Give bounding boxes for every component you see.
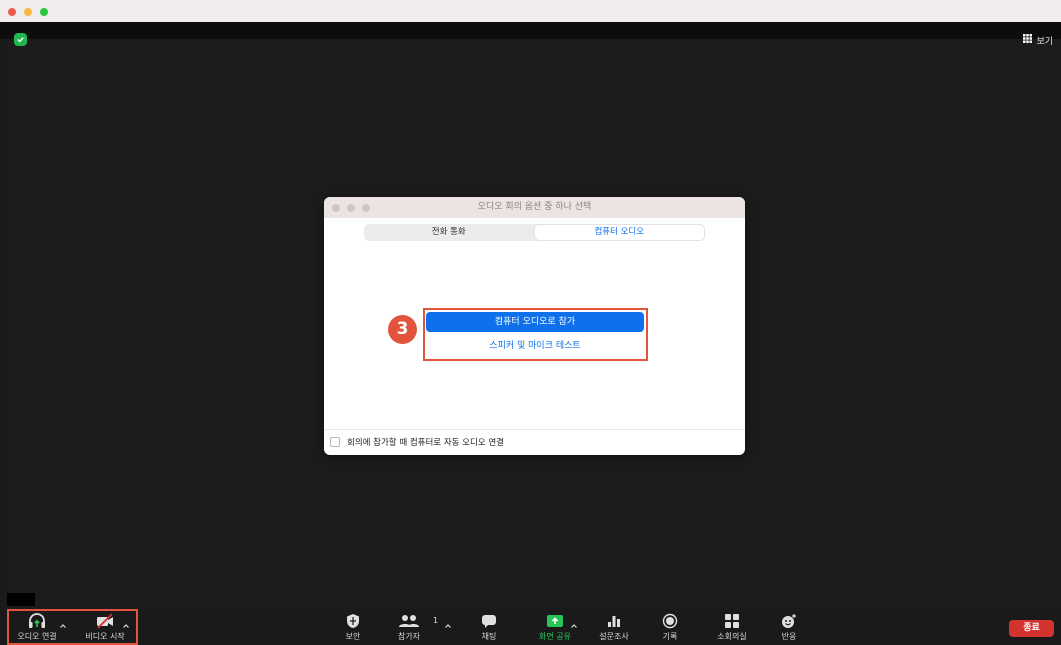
- chat-icon: [461, 612, 517, 629]
- grid-icon: [1023, 34, 1033, 46]
- record-icon: [642, 612, 698, 629]
- auto-join-audio-label: 회의에 참가할 때 컴퓨터로 자동 오디오 연결: [347, 438, 504, 448]
- chevron-up-icon[interactable]: [58, 616, 68, 628]
- start-video-label: 비디오 시작: [85, 632, 125, 641]
- chevron-up-icon[interactable]: [121, 616, 131, 628]
- dialog-divider: [324, 429, 745, 430]
- end-meeting-button[interactable]: 종료: [1009, 620, 1054, 637]
- poll-button[interactable]: 설문조사: [586, 612, 642, 642]
- reactions-button[interactable]: 반응: [761, 612, 817, 642]
- meeting-top-bar: [0, 22, 1061, 39]
- self-video-tile: [7, 593, 35, 606]
- shield-icon: [325, 612, 381, 629]
- participants-label: 참가자: [397, 632, 421, 641]
- reactions-label: 반응: [781, 632, 797, 641]
- security-label: 보안: [345, 632, 361, 641]
- auto-join-audio-checkbox[interactable]: [330, 437, 340, 447]
- poll-label: 설문조사: [599, 632, 629, 641]
- window-titlebar: [0, 0, 1061, 22]
- chevron-up-icon[interactable]: [443, 616, 453, 628]
- audio-mode-tabs: 전화 통화 컴퓨터 오디오: [364, 224, 705, 241]
- chevron-up-icon[interactable]: [569, 616, 579, 628]
- chat-button[interactable]: 채팅: [461, 612, 517, 642]
- security-button[interactable]: 보안: [325, 612, 381, 642]
- join-audio-button[interactable]: 오디오 연결: [9, 612, 65, 642]
- view-button[interactable]: 보기: [1023, 32, 1053, 48]
- record-button[interactable]: 기록: [642, 612, 698, 642]
- zoom-window-button[interactable]: [40, 8, 48, 16]
- participant-count: 1: [433, 616, 439, 625]
- step-number-badge: 3: [388, 315, 417, 344]
- auto-join-audio-option[interactable]: 회의에 참가할 때 컴퓨터로 자동 오디오 연결: [330, 435, 504, 449]
- shield-icon[interactable]: [14, 33, 27, 46]
- share-screen-label: 화면 공유: [539, 632, 571, 641]
- dialog-titlebar: 오디오 회의 옵션 중 하나 선택: [324, 197, 745, 218]
- tab-phone-call[interactable]: 전화 통화: [364, 224, 534, 241]
- chat-label: 채팅: [481, 632, 497, 641]
- record-label: 기록: [662, 632, 678, 641]
- breakout-rooms-button[interactable]: 소회의실: [704, 612, 760, 642]
- minimize-window-button[interactable]: [24, 8, 32, 16]
- dialog-title: 오디오 회의 옵션 중 하나 선택: [477, 202, 592, 212]
- headphones-icon: [9, 612, 65, 629]
- breakout-icon: [704, 612, 760, 629]
- audio-options-dialog: 오디오 회의 옵션 중 하나 선택 전화 통화 컴퓨터 오디오 3 컴퓨터 오디…: [324, 197, 745, 455]
- view-label: 보기: [1036, 36, 1053, 47]
- participants-icon: [381, 612, 437, 629]
- participants-button[interactable]: 참가자: [381, 612, 437, 642]
- join-audio-label: 오디오 연결: [17, 632, 57, 641]
- reaction-icon: [761, 612, 817, 629]
- tab-computer-audio[interactable]: 컴퓨터 오디오: [534, 225, 704, 240]
- zoom-meeting-window: 보기 오디오 회의 옵션 중 하나 선택 전화 통화 컴퓨터 오디오 3 컴퓨터…: [0, 0, 1061, 645]
- poll-icon: [586, 612, 642, 629]
- test-speaker-mic-link[interactable]: 스피커 및 마이크 테스트: [426, 337, 644, 355]
- join-with-computer-audio-button[interactable]: 컴퓨터 오디오로 참가: [426, 312, 644, 332]
- close-window-button[interactable]: [8, 8, 16, 16]
- breakout-rooms-label: 소회의실: [717, 632, 747, 641]
